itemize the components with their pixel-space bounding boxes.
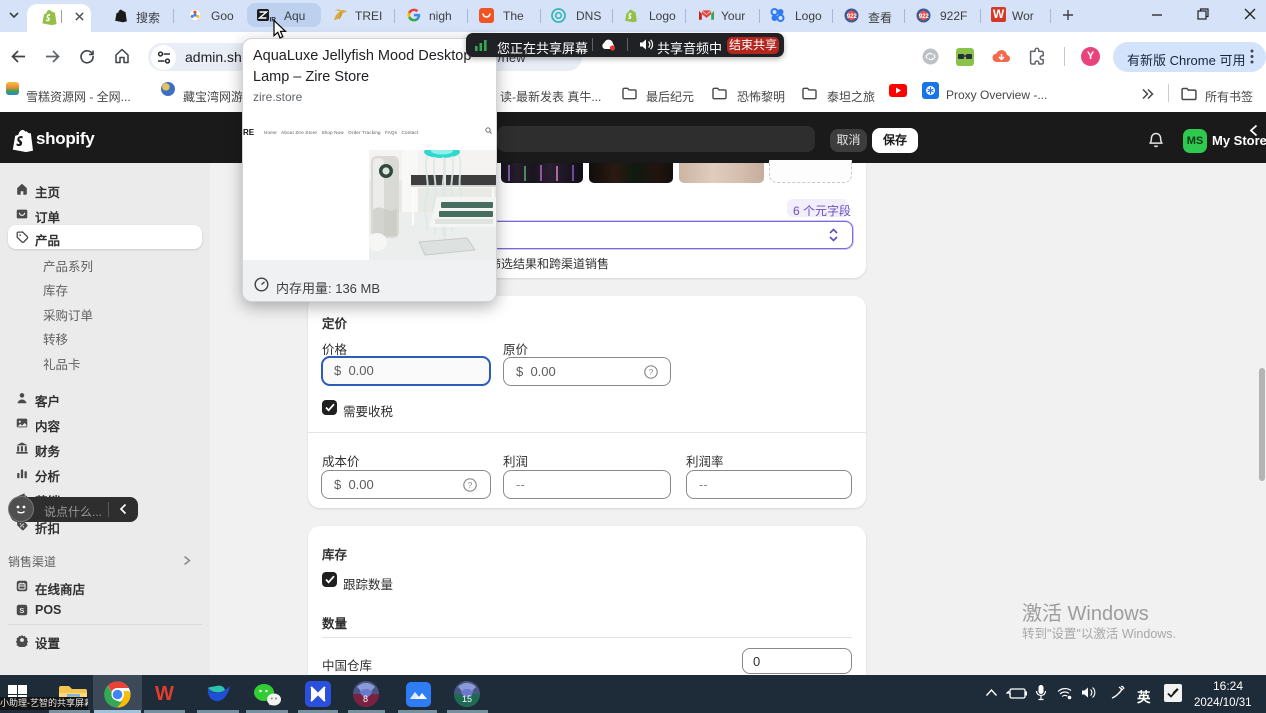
svg-text:15: 15 [462,694,472,704]
svg-text:S: S [19,606,24,615]
svg-text:922: 922 [919,14,930,20]
svg-text:?: ? [649,367,654,377]
svg-text:?: ? [468,480,473,490]
svg-text:922: 922 [847,14,858,20]
svg-text:8: 8 [363,694,368,704]
